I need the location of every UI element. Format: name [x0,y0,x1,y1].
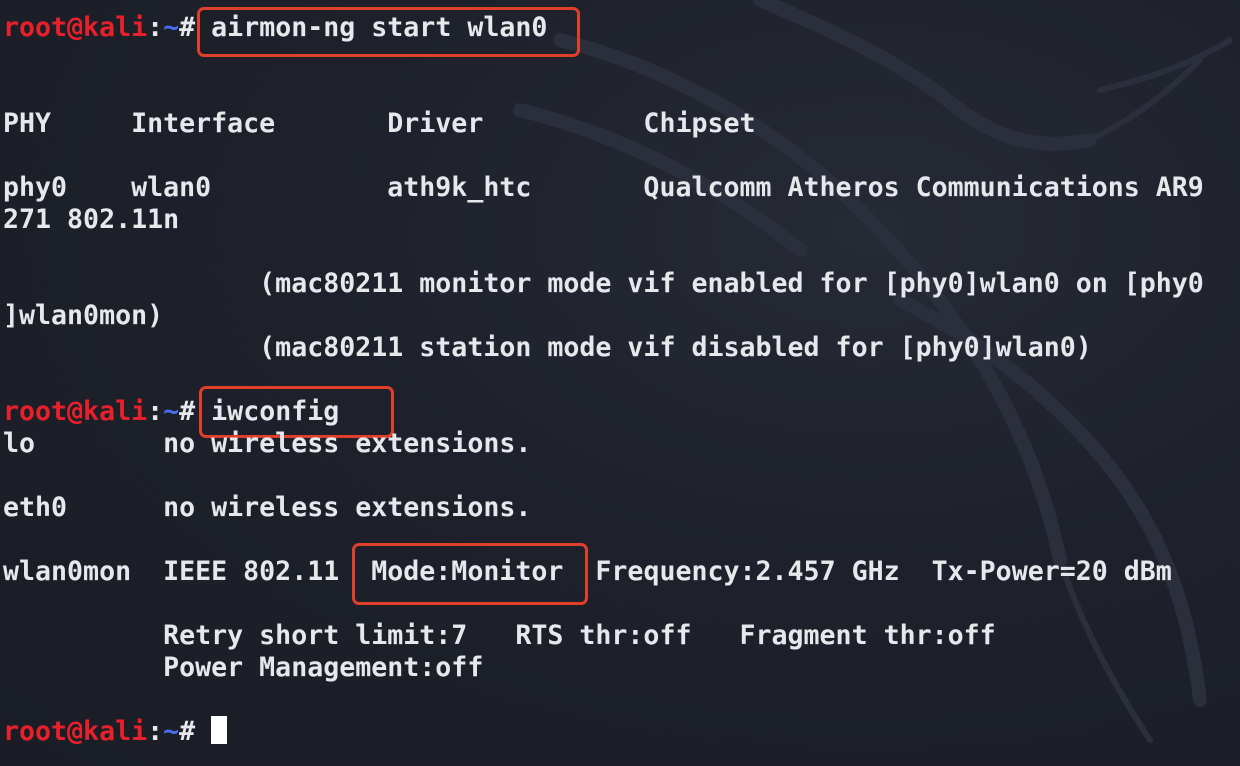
prompt-symbol: # [179,12,212,43]
station-disabled-line: (mac80211 station mode vif disabled for … [3,332,1092,363]
prompt-separator: : [147,12,164,43]
table-header: PHY Interface Driver Chipset [3,108,756,139]
wlan0mon-suffix: Frequency:2.457 GHz Tx-Power=20 dBm [563,556,1172,587]
prompt-path: ~ [163,396,180,427]
prompt-line-3[interactable]: root@kali:~# [3,716,228,748]
prompt-separator: : [147,716,164,747]
command-airmon: airmon-ng start wlan0 [211,12,548,43]
power-management-line: Power Management:off [3,652,484,683]
prompt-user-host: root@kali [3,716,148,747]
lo-line: lo no wireless extensions. [3,428,532,459]
monitor-enabled-line: (mac80211 monitor mode vif enabled for [… [3,268,1204,299]
table-row-wrap: 271 802.11n [3,204,180,235]
table-row: phy0 wlan0 ath9k_htc Qualcomm Atheros Co… [3,172,1204,203]
prompt-separator: : [147,396,164,427]
terminal-window[interactable]: root@kali:~# airmon-ng start wlan0 PHY I… [0,0,1240,766]
monitor-enabled-line-wrap: ]wlan0mon) [3,300,164,331]
command-iwconfig: iwconfig [211,396,340,427]
text-cursor[interactable] [211,716,228,744]
prompt-user-host: root@kali [3,396,148,427]
prompt-line-2: root@kali:~# iwconfig [3,396,339,428]
prompt-path: ~ [163,12,180,43]
prompt-symbol: # [179,396,212,427]
wlan0mon-prefix: wlan0mon IEEE 802.11 [3,556,372,587]
retry-line: Retry short limit:7 RTS thr:off Fragment… [3,620,996,651]
prompt-line-1: root@kali:~# airmon-ng start wlan0 [3,12,547,44]
prompt-path: ~ [163,716,180,747]
mode-monitor-text: Mode:Monitor [371,556,564,587]
eth0-line: eth0 no wireless extensions. [3,492,532,523]
prompt-user-host: root@kali [3,12,148,43]
prompt-symbol: # [179,716,212,747]
wlan0mon-line: wlan0mon IEEE 802.11 Mode:Monitor Freque… [3,556,1172,588]
